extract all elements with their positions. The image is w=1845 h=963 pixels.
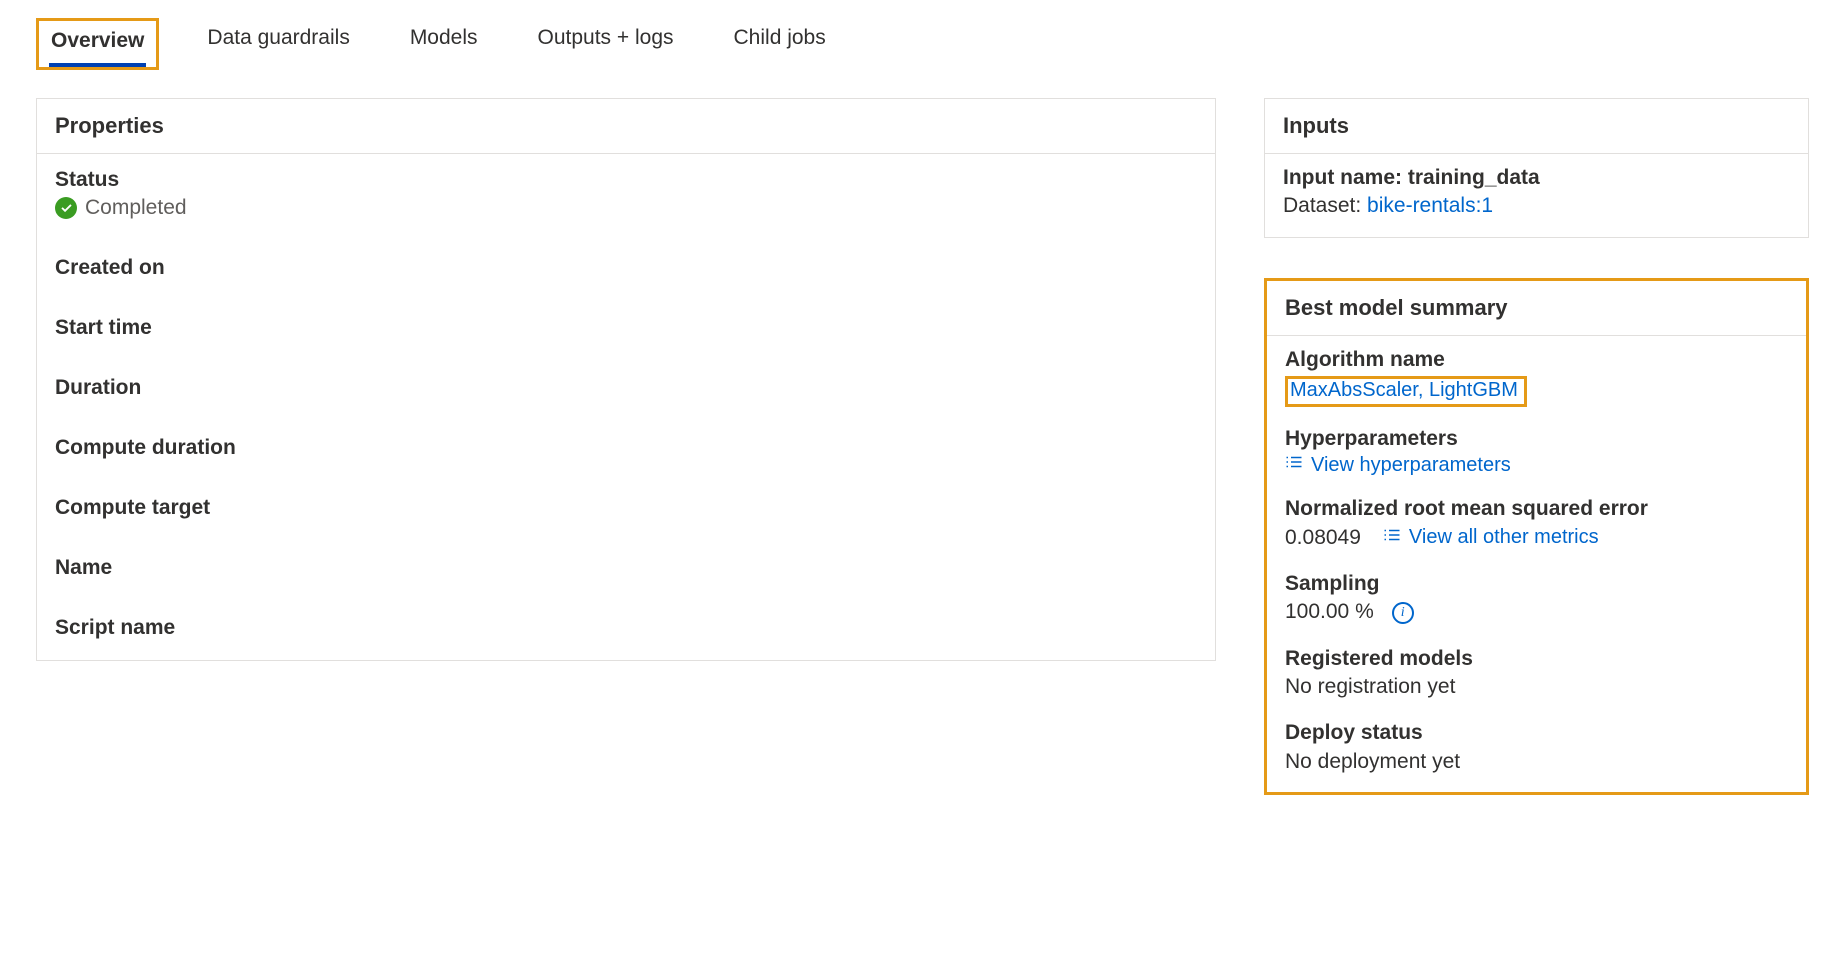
dataset-label: Dataset: [1283,194,1367,217]
properties-title: Properties [37,99,1215,154]
sampling-value: 100.00 % [1285,598,1374,626]
created-on-label: Created on [55,256,1197,280]
input-name-value: training_data [1408,166,1540,189]
best-model-panel: Best model summary Algorithm name MaxAbs… [1264,278,1809,795]
tab-overview[interactable]: Overview [36,18,159,70]
registered-models-value: No registration yet [1285,673,1788,701]
tab-outputs-logs[interactable]: Outputs + logs [526,18,686,70]
algorithm-label: Algorithm name [1285,346,1788,374]
status-label: Status [55,168,1197,192]
script-name-label: Script name [55,616,1197,640]
inputs-title: Inputs [1265,99,1808,154]
compute-duration-label: Compute duration [55,436,1197,460]
input-name-label: Input name: [1283,166,1408,189]
hyperparameters-label: Hyperparameters [1285,425,1788,453]
tabs-bar: Overview Data guardrails Models Outputs … [36,18,1809,70]
tab-data-guardrails[interactable]: Data guardrails [195,18,361,70]
tab-child-jobs[interactable]: Child jobs [722,18,838,70]
info-icon[interactable]: i [1392,602,1414,624]
status-value: Completed [85,196,187,220]
duration-label: Duration [55,376,1197,400]
inputs-panel: Inputs Input name: training_data Dataset… [1264,98,1809,238]
deploy-status-value: No deployment yet [1285,748,1788,776]
sampling-label: Sampling [1285,570,1788,598]
nrmse-value: 0.08049 [1285,524,1361,552]
tab-models[interactable]: Models [398,18,490,70]
start-time-label: Start time [55,316,1197,340]
view-hyperparameters-link[interactable]: View hyperparameters [1311,454,1511,477]
properties-panel: Properties Status Completed Created on S [36,98,1216,661]
dataset-link[interactable]: bike-rentals:1 [1367,194,1493,217]
name-label: Name [55,556,1197,580]
check-circle-icon [55,197,77,219]
algorithm-link[interactable]: MaxAbsScaler, LightGBM [1290,379,1518,401]
list-icon [1285,453,1303,477]
registered-models-label: Registered models [1285,645,1788,673]
deploy-status-label: Deploy status [1285,719,1788,747]
view-metrics-link[interactable]: View all other metrics [1409,526,1599,549]
list-icon [1383,526,1401,550]
best-model-title: Best model summary [1267,281,1806,336]
nrmse-label: Normalized root mean squared error [1285,495,1788,523]
compute-target-label: Compute target [55,496,1197,520]
